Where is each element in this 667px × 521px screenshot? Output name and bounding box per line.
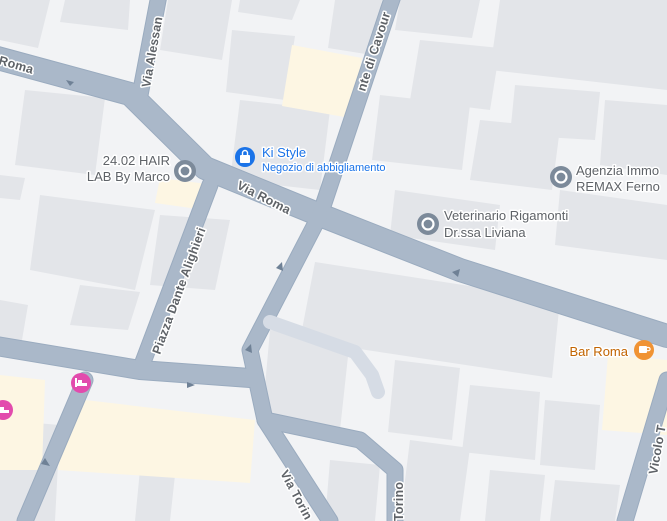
poi-name-line2: LAB By Marco	[87, 169, 170, 184]
building	[70, 285, 140, 330]
poi-hotel-1[interactable]	[71, 373, 91, 393]
highlight-block	[0, 375, 45, 470]
building	[540, 400, 600, 470]
building	[485, 470, 545, 521]
building	[372, 95, 470, 170]
building	[550, 480, 620, 521]
place-marker-icon[interactable]	[174, 160, 196, 182]
map-view[interactable]: Roma Via Roma Via Alessan nte di Cavour …	[0, 0, 667, 521]
place-marker-icon[interactable]	[550, 166, 572, 188]
poi-name[interactable]: Bar Roma	[568, 343, 630, 361]
poi-name-line1[interactable]: Veterinario Rigamonti	[443, 207, 570, 225]
building	[226, 30, 295, 100]
poi-name[interactable]: Ki Style	[261, 144, 308, 162]
building	[160, 0, 232, 60]
street-label-via-torino-2: Torino	[392, 482, 406, 521]
poi-name-line1[interactable]: 24.02 HAIR	[101, 152, 171, 170]
building	[400, 440, 470, 521]
place-marker-icon[interactable]	[417, 213, 439, 235]
map-canvas[interactable]: Roma Via Roma Via Alessan nte di Cavour …	[0, 0, 667, 521]
building	[135, 470, 175, 521]
building	[470, 120, 560, 190]
building	[410, 40, 500, 110]
poi-category: Negozio di abbigliamento	[262, 162, 386, 174]
building	[388, 360, 460, 440]
building	[462, 385, 540, 460]
building	[15, 90, 105, 175]
poi-name-line1[interactable]: Agenzia Immo	[575, 162, 661, 180]
poi-name-line2: Dr.ssa Liviana	[444, 225, 526, 240]
poi-name-line2: REMAX Ferno	[576, 179, 660, 194]
